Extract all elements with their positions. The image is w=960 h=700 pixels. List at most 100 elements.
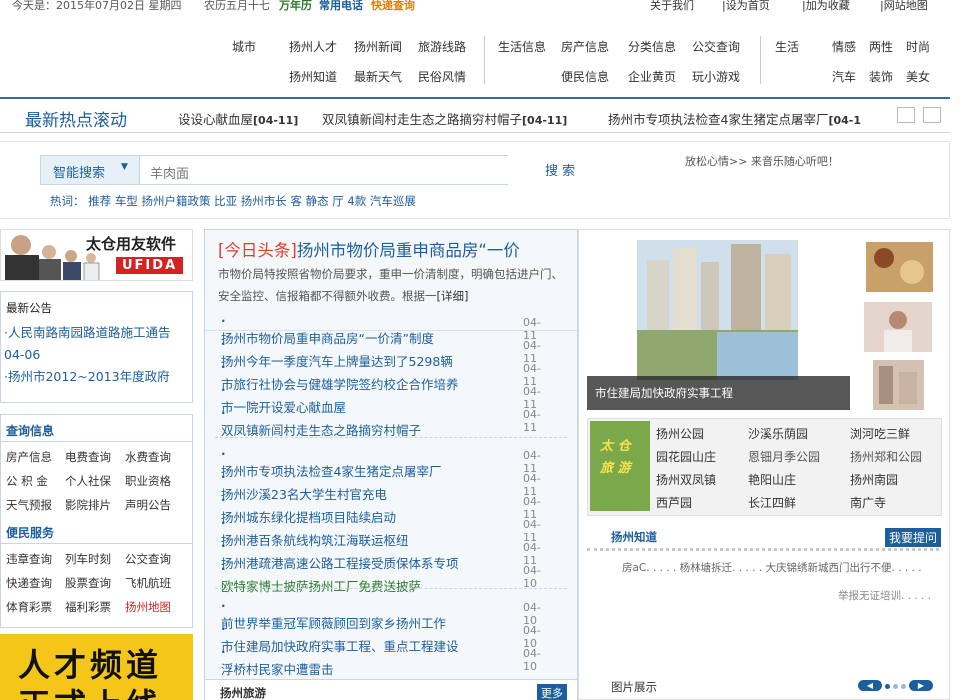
ufida-ad-banner[interactable]: 太仓用友软件 UFIDA [0,229,193,281]
hot-prev-button[interactable] [897,107,915,123]
sitemap-link[interactable]: |网站地图 [880,0,928,12]
query-item[interactable]: 天气预报 [6,497,52,513]
nav-item[interactable]: 玩小游戏 [692,68,740,85]
nav-item[interactable]: 汽车 [832,68,856,85]
query-item[interactable]: 声明公告 [125,497,171,513]
notice-item[interactable]: ·人民南路南园路道路施工通告 04-06 [4,322,189,366]
nav-item[interactable]: 企业黄页 [628,68,676,85]
next-arrow-icon[interactable]: ▶ [909,680,933,691]
service-item[interactable]: 飞机航班 [125,575,171,591]
service-item[interactable]: 快递查询 [6,575,52,591]
zhidao-question[interactable]: 举报无证培训. . . . . [838,588,931,603]
tour-link[interactable]: 恩钿月季公园 [748,448,820,465]
photo-caption-bar[interactable]: 市住建局加快政府实事工程 [587,376,850,410]
hot-word[interactable]: 静态 [306,194,329,208]
hot-word[interactable]: 客 [290,194,302,208]
hot-news-item[interactable]: 双凤镇新闾村走生态之路摘穷村帽子[04-11] [322,109,567,128]
nav-life[interactable]: 生活 [775,38,799,55]
service-item[interactable]: 股票查询 [65,575,111,591]
service-item[interactable]: 扬州地图 [125,599,171,615]
tour-link[interactable]: 扬州南园 [850,471,898,488]
nav-city[interactable]: 城市 [232,38,256,55]
query-item[interactable]: 个人社保 [65,473,111,489]
headline[interactable]: [今日头条]扬州市物价局重申商品房“一价 [218,237,520,261]
nav-item[interactable]: 民俗风情 [418,68,466,85]
hot-word[interactable]: 比亚 [214,194,237,208]
nav-item[interactable]: 房产信息 [561,38,609,55]
city-thumbnail[interactable] [873,360,924,410]
search-button[interactable]: 搜 索 [545,160,575,179]
query-item[interactable]: 水费查询 [125,449,171,465]
tour-link[interactable]: 扬州郑和公园 [850,448,922,465]
service-item[interactable]: 公交查询 [125,551,171,567]
query-item[interactable]: 公 积 金 [6,473,48,489]
ask-question-button[interactable]: 我要提问 [885,528,942,547]
tour-link[interactable]: 沙溪乐荫园 [748,425,808,442]
people-thumbnail[interactable] [864,302,932,352]
tour-link[interactable]: 南广寺 [850,494,886,511]
nav-item[interactable]: 两性 [869,38,893,55]
hot-word[interactable]: 推荐 [88,194,111,208]
tour-link[interactable]: 浏河吃三鲜 [850,425,910,442]
nav-item[interactable]: 情感 [832,38,856,55]
news-row[interactable]: · 双凤镇新闾村走生态之路摘穷村帽子 [221,406,421,439]
search-type-dropdown[interactable]: 智能搜索 ▼ [40,155,140,185]
news-row[interactable]: · 欧特家博士披萨扬州工厂免费送披萨 [221,562,421,595]
nav-item[interactable]: 扬州知道 [289,68,337,85]
notice-item[interactable]: ·扬州市2012~2013年度政府 [4,366,192,388]
tour-link[interactable]: 艳阳山庄 [748,471,796,488]
hot-word[interactable]: 车型 [115,194,138,208]
food-thumbnail[interactable] [866,242,933,292]
service-item[interactable]: 福利彩票 [65,599,111,615]
building-photo[interactable] [637,240,798,380]
hot-word[interactable]: 汽车巡展 [370,194,416,208]
service-item[interactable]: 体育彩票 [6,599,52,615]
express-link[interactable]: 快递查询 [371,0,415,12]
service-item[interactable]: 违章查询 [6,551,52,567]
nav-item[interactable]: 公交查询 [692,38,740,55]
search-input[interactable]: 羊肉面 [140,155,508,185]
prev-arrow-icon[interactable]: ◀ [858,680,882,691]
hot-word[interactable]: 扬州户籍政策 [141,194,210,208]
set-homepage-link[interactable]: |设为首页 [722,0,770,12]
nav-item[interactable]: 扬州新闻 [354,38,402,55]
music-link[interactable]: 放松心情>> 来音乐随心听吧！ [685,153,839,169]
hot-word[interactable]: 扬州市长 [241,194,287,208]
nav-item[interactable]: 分类信息 [628,38,676,55]
hot-word[interactable]: 厅 [332,194,344,208]
about-link[interactable]: 关于我们 [650,0,694,12]
nav-item[interactable]: 美女 [906,68,930,85]
nav-item[interactable]: 扬州人才 [289,38,337,55]
taicang-tour-logo[interactable]: 太 仓 旅 游 [590,421,650,511]
tour-link[interactable]: 扬州双凤镇 [656,471,716,488]
pager-dot[interactable] [893,684,898,689]
hot-news-item[interactable]: 扬州市专项执法检查4家生猪定点屠宰厂[04-1 [608,109,888,128]
tour-link[interactable]: 扬州公园 [656,425,704,442]
hot-word[interactable]: 4款 [347,194,366,208]
hot-next-button[interactable] [923,107,941,123]
more-link[interactable]: [详细] [437,289,469,303]
talent-channel-banner[interactable]: 人才频道 正式上线 [0,634,193,700]
pager-dot[interactable] [901,684,906,689]
phone-link[interactable]: 常用电话 [319,0,363,12]
pager-dot[interactable] [885,684,890,689]
nav-item[interactable]: 旅游线路 [418,38,466,55]
tour-link[interactable]: 园花园山庄 [656,448,716,465]
add-favorite-link[interactable]: |加为收藏 [802,0,850,12]
tour-link[interactable]: 西芦园 [656,494,692,511]
nav-item[interactable]: 最新天气 [354,68,402,85]
nav-item[interactable]: 装饰 [869,68,893,85]
query-item[interactable]: 电费查询 [65,449,111,465]
news-row[interactable]: · 浮桥村民家中遭雷击 [221,645,334,678]
query-item[interactable]: 房产信息 [6,449,52,465]
calendar-link[interactable]: 万年历 [279,0,312,12]
query-item[interactable]: 影院排片 [65,497,111,513]
hot-news-item[interactable]: 设设心献血屋[04-11] [178,109,298,128]
nav-item[interactable]: 生活信息 [498,38,546,55]
query-item[interactable]: 职业资格 [125,473,171,489]
service-item[interactable]: 列车时刻 [65,551,111,567]
nav-item[interactable]: 便民信息 [561,68,609,85]
nav-item[interactable]: 时尚 [906,38,930,55]
tour-link[interactable]: 长江四鲜 [748,494,796,511]
more-button[interactable]: 更多 [537,684,567,700]
